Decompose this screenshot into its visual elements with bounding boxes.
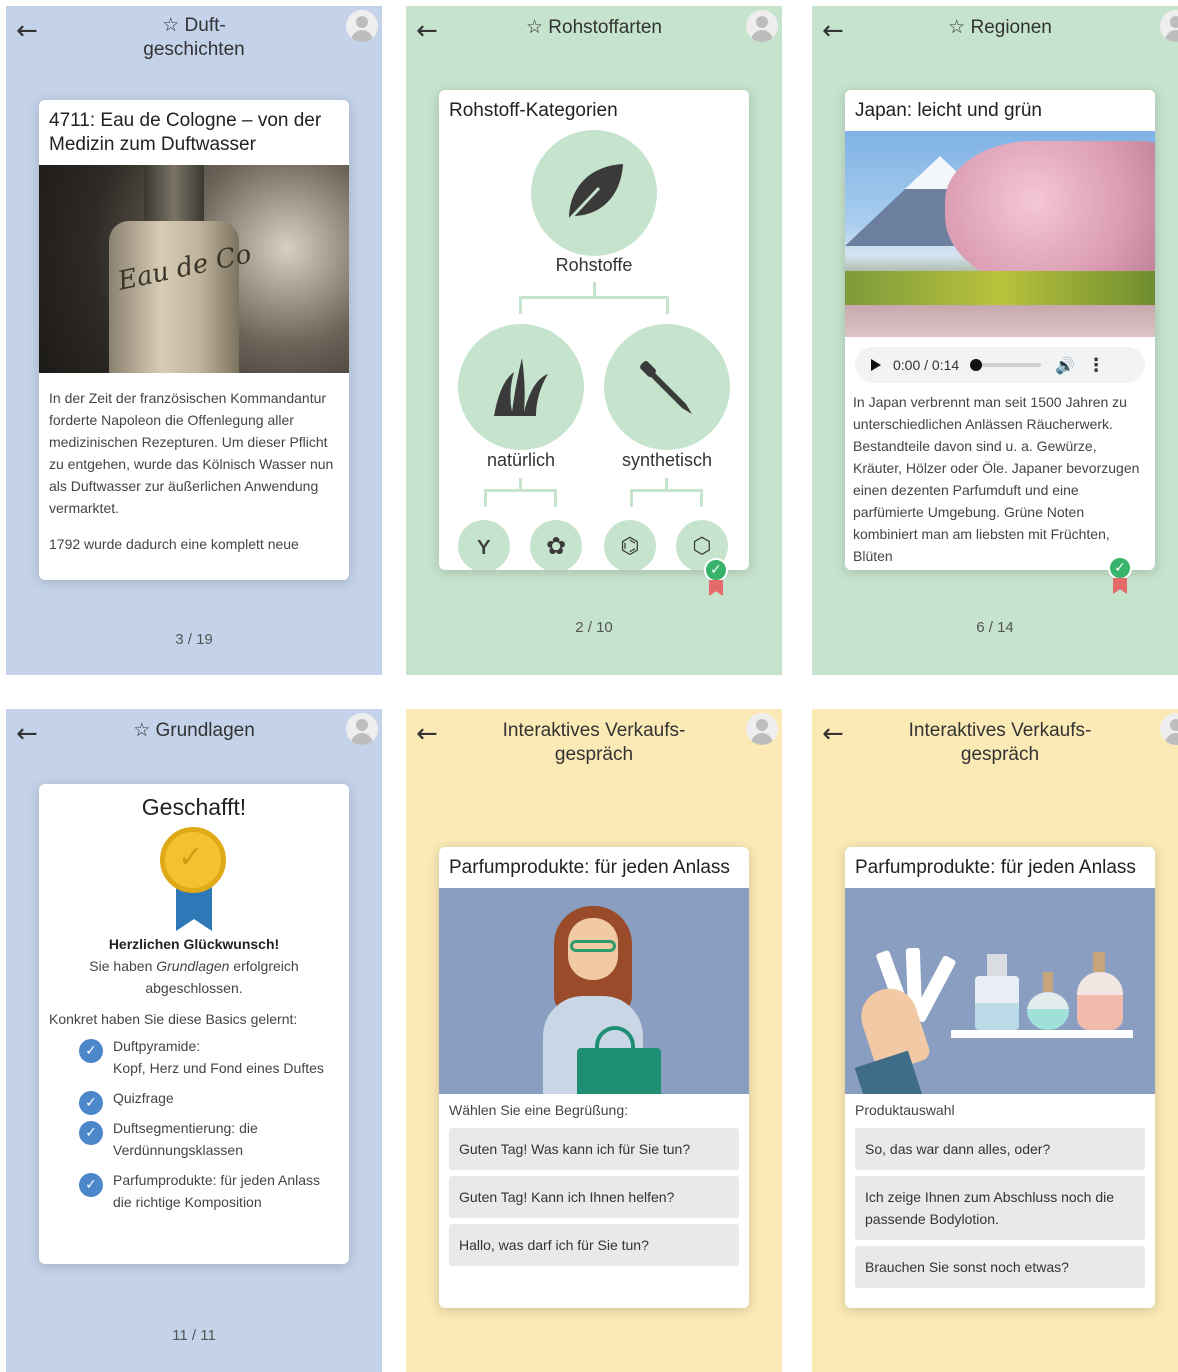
user-avatar-icon[interactable] <box>1160 713 1178 745</box>
greeting-option[interactable]: Hallo, was darf ich für Sie tun? <box>449 1224 739 1266</box>
panel-rohstoffarten: ← ☆ Rohstoffarten Rohstoff-Kategorien Ro… <box>406 6 782 675</box>
page-counter: 3 / 19 <box>175 631 213 648</box>
user-avatar-icon[interactable] <box>746 10 778 42</box>
completion-card: Geschafft! ✓ Herzlichen Glückwunsch! Sie… <box>39 784 349 1264</box>
play-icon[interactable] <box>871 359 881 371</box>
completed-ribbon-icon <box>1113 578 1127 594</box>
greeting-option[interactable]: Guten Tag! Kann ich Ihnen helfen? <box>449 1176 739 1218</box>
card-title: Rohstoff-Kategorien <box>449 100 618 121</box>
back-arrow-icon[interactable]: ← <box>16 719 46 749</box>
japan-fuji-image <box>845 131 1155 337</box>
volume-icon[interactable]: 🔊 <box>1055 356 1075 375</box>
back-arrow-icon[interactable]: ← <box>416 16 446 46</box>
audio-player: 0:00 / 0:14 🔊 ⋮ <box>855 347 1145 383</box>
greeting-option[interactable]: Guten Tag! Was kann ich für Sie tun? <box>449 1128 739 1170</box>
panel-verkaufsgespraech-2: ← Interaktives Verkaufs- gespräch Parfum… <box>812 709 1178 1372</box>
leaf-icon[interactable] <box>531 130 657 256</box>
user-avatar-icon[interactable] <box>346 713 378 745</box>
dropper-icon[interactable] <box>604 324 730 450</box>
congrats-text: Sie haben <box>89 958 157 974</box>
story-paragraph-2: 1792 wurde dadurch eine komplett neue <box>49 536 299 552</box>
page-title: ☆ Duft- geschichten <box>143 15 245 60</box>
card-title: Japan: leicht und grün <box>855 100 1042 121</box>
panel-grundlagen: ← ☆ Grundlagen Geschafft! ✓ Herzlichen G… <box>6 709 382 1372</box>
page-counter: 6 / 14 <box>976 619 1014 636</box>
deer-icon[interactable]: ʏ <box>458 520 510 570</box>
learned-item-label: Quizfrage <box>113 1090 174 1106</box>
page-title: Interaktives Verkaufs- gespräch <box>908 720 1092 765</box>
product-option[interactable]: So, das war dann alles, oder? <box>855 1128 1145 1170</box>
user-avatar-icon[interactable] <box>1160 10 1178 42</box>
story-paragraph: In der Zeit der französischen Kommandant… <box>49 390 334 516</box>
learned-item: ✓ Quizfrage <box>39 1083 349 1115</box>
audio-seek-slider[interactable] <box>970 359 1042 371</box>
page-title: ☆ Rohstoffarten <box>525 17 663 38</box>
learned-item: ✓ Duftsegmentierung: die Verdünnungsklas… <box>39 1113 349 1165</box>
product-option[interactable]: Brauchen Sie sonst noch etwas? <box>855 1246 1145 1288</box>
completed-check-icon: ✓ <box>1108 556 1132 580</box>
check-icon: ✓ <box>79 1039 103 1063</box>
basics-intro: Konkret haben Sie diese Basics gelernt: <box>49 1011 298 1027</box>
region-card: Japan: leicht und grün 0:00 / 0:14 🔊 ⋮ I… <box>845 90 1155 570</box>
congrats-title: Herzlichen Glückwunsch! <box>108 936 280 952</box>
region-text: In Japan verbrennt man seit 1500 Jahren … <box>853 394 1140 564</box>
dialog-card: Parfumprodukte: für jeden Anlass Wählen … <box>439 847 749 1308</box>
molecule-icon[interactable]: ⌬ <box>604 520 656 570</box>
perfume-products-illustration <box>845 888 1155 1094</box>
back-arrow-icon[interactable]: ← <box>822 719 852 749</box>
learned-item: ✓ Duftpyramide: Kopf, Herz und Fond eine… <box>39 1031 349 1083</box>
learned-item: ✓ Parfumprodukte: für jeden Anlass die r… <box>39 1165 349 1217</box>
completed-ribbon-icon <box>709 580 723 596</box>
page-counter: 2 / 10 <box>575 619 613 636</box>
grass-icon[interactable] <box>458 324 584 450</box>
panel-regionen: ← ☆ Regionen Japan: leicht und grün 0:00… <box>812 6 1178 675</box>
user-avatar-icon[interactable] <box>746 713 778 745</box>
root-label: Rohstoffe <box>555 255 633 275</box>
panel-duftgeschichten: ← ☆ Duft- geschichten 4711: Eau de Colog… <box>6 6 382 675</box>
back-arrow-icon[interactable]: ← <box>16 16 46 46</box>
category-card: Rohstoff-Kategorien Rohstoffe natürlich … <box>439 90 749 570</box>
natural-label: natürlich <box>486 450 556 470</box>
congrats-course: Grundlagen <box>156 958 230 974</box>
check-icon: ✓ <box>79 1121 103 1145</box>
page-title: Interaktives Verkaufs- gespräch <box>502 720 686 765</box>
cologne-bottle-image: Eau de Co <box>39 165 349 373</box>
saleswoman-illustration <box>439 888 749 1094</box>
learned-item-label: Duftsegmentierung: die Verdünnungsklasse… <box>113 1120 258 1158</box>
synthetic-label: synthetisch <box>621 450 713 470</box>
product-option[interactable]: Ich zeige Ihnen zum Abschluss noch die p… <box>855 1176 1145 1240</box>
check-icon: ✓ <box>79 1173 103 1197</box>
story-card: 4711: Eau de Cologne – von der Medizin z… <box>39 100 349 580</box>
congrats-message: Herzlichen Glückwunsch! Sie haben Grundl… <box>39 933 349 999</box>
audio-time: 0:00 / 0:14 <box>893 357 960 373</box>
page-title: ☆ Grundlagen <box>133 720 255 741</box>
learned-item-label: Duftpyramide: Kopf, Herz und Fond eines … <box>113 1038 324 1076</box>
medal-icon: ✓ <box>159 827 229 933</box>
page-title: ☆ Regionen <box>948 17 1052 38</box>
card-title: Parfumprodukte: für jeden Anlass <box>449 857 730 878</box>
more-options-icon[interactable]: ⋮ <box>1087 355 1105 376</box>
panel-verkaufsgespraech-1: ← Interaktives Verkaufs- gespräch Parfum… <box>406 709 782 1372</box>
page-counter: 11 / 11 <box>172 1327 216 1344</box>
completion-heading: Geschafft! <box>141 794 247 820</box>
check-icon: ✓ <box>79 1091 103 1115</box>
back-arrow-icon[interactable]: ← <box>416 719 446 749</box>
completed-check-icon: ✓ <box>704 558 728 582</box>
dialog-card: Parfumprodukte: für jeden Anlass Produkt… <box>845 847 1155 1308</box>
dialog-prompt: Wählen Sie eine Begrüßung: <box>449 1102 628 1118</box>
dialog-prompt: Produktauswahl <box>855 1102 955 1118</box>
learned-item-label: Parfumprodukte: für jeden Anlass die ric… <box>113 1172 321 1210</box>
user-avatar-icon[interactable] <box>346 10 378 42</box>
flower-icon[interactable]: ✿ <box>530 520 582 570</box>
card-title: 4711: Eau de Cologne – von der Medizin z… <box>49 110 322 155</box>
card-title: Parfumprodukte: für jeden Anlass <box>855 857 1136 878</box>
back-arrow-icon[interactable]: ← <box>822 16 852 46</box>
